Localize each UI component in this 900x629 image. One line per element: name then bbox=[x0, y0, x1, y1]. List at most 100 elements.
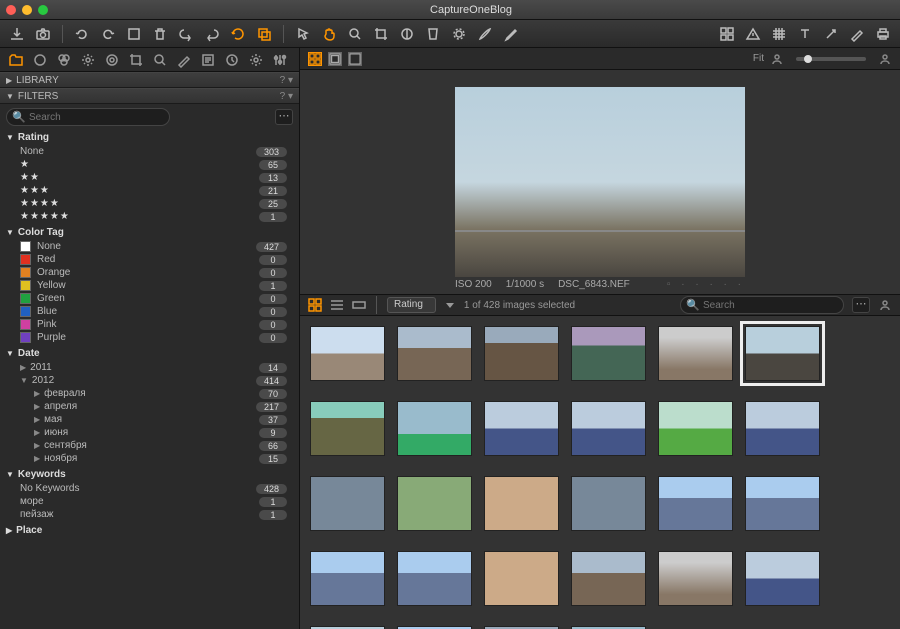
thumbnail[interactable] bbox=[658, 326, 733, 381]
thumbnail[interactable] bbox=[397, 476, 472, 531]
browser-grid[interactable] bbox=[300, 316, 900, 629]
tab-capture-icon[interactable] bbox=[32, 52, 48, 68]
browser-list-icon[interactable] bbox=[330, 298, 344, 312]
rating-none[interactable]: None303 bbox=[6, 145, 287, 158]
browser-user-icon[interactable] bbox=[878, 298, 892, 312]
spot-icon[interactable] bbox=[450, 25, 468, 43]
library-section-header[interactable]: ▶LIBRARY ? ▾ bbox=[0, 72, 299, 88]
thumbnail[interactable] bbox=[310, 401, 385, 456]
warning-icon[interactable] bbox=[744, 25, 762, 43]
thumbnail[interactable] bbox=[484, 326, 559, 381]
user-icon[interactable] bbox=[770, 52, 784, 66]
thumbnail[interactable] bbox=[658, 476, 733, 531]
browser-more-button[interactable]: ⋯ bbox=[852, 297, 870, 313]
keystone-icon[interactable] bbox=[424, 25, 442, 43]
thumbnail[interactable] bbox=[745, 476, 820, 531]
view-primary-icon[interactable] bbox=[328, 52, 342, 66]
camera-icon[interactable] bbox=[34, 25, 52, 43]
date-nov[interactable]: ▶ноября15 bbox=[6, 452, 287, 465]
date-apr[interactable]: ▶апреля217 bbox=[6, 400, 287, 413]
window-minimize-button[interactable] bbox=[22, 5, 32, 15]
filters-more-button[interactable]: ⋯ bbox=[275, 109, 293, 125]
color-blue[interactable]: Blue0 bbox=[6, 305, 287, 318]
thumbnail[interactable] bbox=[310, 326, 385, 381]
date-may[interactable]: ▶мая37 bbox=[6, 413, 287, 426]
view-multi-icon[interactable] bbox=[308, 52, 322, 66]
rotate-cw-icon[interactable] bbox=[99, 25, 117, 43]
text-icon[interactable] bbox=[796, 25, 814, 43]
thumbnail[interactable] bbox=[397, 401, 472, 456]
color-orange[interactable]: Orange0 bbox=[6, 266, 287, 279]
grid-icon[interactable] bbox=[718, 25, 736, 43]
date-feb[interactable]: ▶февраля70 bbox=[6, 387, 287, 400]
rotate-ccw-icon[interactable] bbox=[73, 25, 91, 43]
rating-2[interactable]: ★★13 bbox=[6, 171, 287, 184]
sort-select[interactable]: Rating bbox=[387, 297, 436, 313]
thumbnail[interactable] bbox=[484, 401, 559, 456]
tab-lens-icon[interactable] bbox=[104, 52, 120, 68]
tab-library-icon[interactable] bbox=[8, 52, 24, 68]
window-icon[interactable] bbox=[125, 25, 143, 43]
cursor-icon[interactable] bbox=[294, 25, 312, 43]
brush-icon[interactable] bbox=[476, 25, 494, 43]
thumbnail[interactable] bbox=[658, 401, 733, 456]
rating-1[interactable]: ★65 bbox=[6, 158, 287, 171]
process-icon[interactable] bbox=[822, 25, 840, 43]
viewer[interactable]: ISO 200 1/1000 s DSC_6843.NEF ▫ · · · · … bbox=[300, 70, 900, 294]
thumbnail[interactable] bbox=[571, 326, 646, 381]
date-2012[interactable]: ▼2012414 bbox=[6, 374, 287, 387]
tab-output-icon[interactable] bbox=[224, 52, 240, 68]
thumbnail[interactable] bbox=[484, 476, 559, 531]
proof-icon[interactable] bbox=[878, 52, 892, 66]
edit-with-icon[interactable] bbox=[848, 25, 866, 43]
straighten-icon[interactable] bbox=[398, 25, 416, 43]
date-group-header[interactable]: ▼Date bbox=[6, 346, 287, 361]
guides-icon[interactable] bbox=[770, 25, 788, 43]
color-group-header[interactable]: ▼Color Tag bbox=[6, 225, 287, 240]
tab-color-icon[interactable] bbox=[56, 52, 72, 68]
date-2011[interactable]: ▶201114 bbox=[6, 361, 287, 374]
rating-4[interactable]: ★★★★25 bbox=[6, 197, 287, 210]
color-none[interactable]: None427 bbox=[6, 240, 287, 253]
thumbnail-selected[interactable] bbox=[745, 326, 820, 381]
trash-icon[interactable] bbox=[151, 25, 169, 43]
filters-section-header[interactable]: ▼FILTERS ? ▾ bbox=[0, 88, 299, 104]
color-green[interactable]: Green0 bbox=[6, 292, 287, 305]
hand-icon[interactable] bbox=[320, 25, 338, 43]
browser-filmstrip-icon[interactable] bbox=[352, 298, 366, 312]
color-red[interactable]: Red0 bbox=[6, 253, 287, 266]
thumbnail[interactable] bbox=[310, 476, 385, 531]
kw-landscape[interactable]: пейзаж1 bbox=[6, 508, 287, 521]
thumbnail[interactable] bbox=[397, 326, 472, 381]
redo-icon[interactable] bbox=[203, 25, 221, 43]
thumbnail[interactable] bbox=[745, 551, 820, 606]
crop-icon[interactable] bbox=[372, 25, 390, 43]
window-close-button[interactable] bbox=[6, 5, 16, 15]
thumbnail[interactable] bbox=[484, 551, 559, 606]
print-icon[interactable] bbox=[874, 25, 892, 43]
variants-icon[interactable] bbox=[255, 25, 273, 43]
kw-none[interactable]: No Keywords428 bbox=[6, 482, 287, 495]
kw-sea[interactable]: море1 bbox=[6, 495, 287, 508]
tab-exposure-icon[interactable] bbox=[80, 52, 96, 68]
rating-5[interactable]: ★★★★★1 bbox=[6, 210, 287, 223]
zoom-slider[interactable] bbox=[796, 57, 866, 61]
rating-3[interactable]: ★★★21 bbox=[6, 184, 287, 197]
import-icon[interactable] bbox=[8, 25, 26, 43]
eyedropper-icon[interactable] bbox=[502, 25, 520, 43]
undo-icon[interactable] bbox=[177, 25, 195, 43]
color-purple[interactable]: Purple0 bbox=[6, 331, 287, 344]
sort-direction-icon[interactable] bbox=[444, 299, 456, 311]
zoom-icon[interactable] bbox=[346, 25, 364, 43]
thumbnail[interactable] bbox=[397, 551, 472, 606]
filters-search-input[interactable] bbox=[6, 108, 170, 126]
color-yellow[interactable]: Yellow1 bbox=[6, 279, 287, 292]
thumbnail[interactable] bbox=[745, 401, 820, 456]
tab-settings-icon[interactable] bbox=[248, 52, 264, 68]
browser-search-input[interactable] bbox=[680, 296, 844, 314]
tab-adjustments-icon[interactable] bbox=[176, 52, 192, 68]
tab-details-icon[interactable] bbox=[152, 52, 168, 68]
date-sep[interactable]: ▶сентября66 bbox=[6, 439, 287, 452]
keywords-group-header[interactable]: ▼Keywords bbox=[6, 467, 287, 482]
place-group-header[interactable]: ▶Place bbox=[6, 523, 287, 538]
